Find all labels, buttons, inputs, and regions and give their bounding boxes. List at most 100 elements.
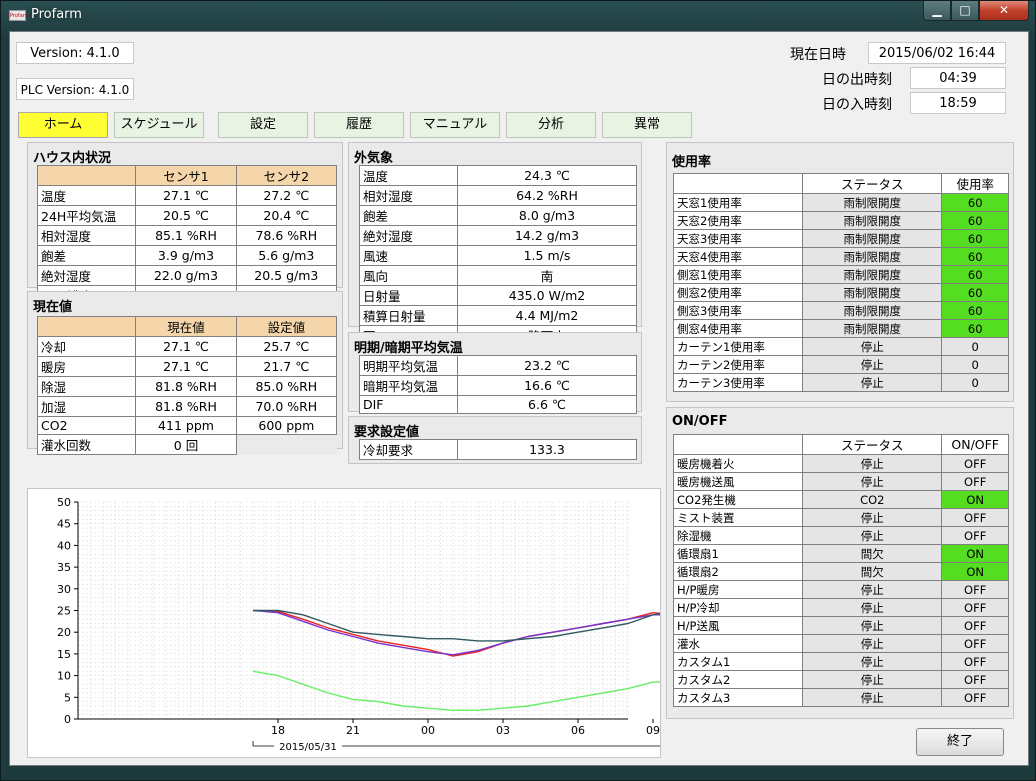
cell-value: 16.6 ℃: [457, 375, 637, 396]
usage-status: 雨制限開度: [802, 283, 943, 302]
cell-value: 20.4 ℃: [235, 205, 338, 226]
usage-row: カーテン3使用率 停止 0: [672, 373, 1009, 392]
usage-value: 60: [941, 319, 1009, 338]
onoff-status: 停止: [802, 580, 943, 599]
usage-value: 60: [941, 211, 1009, 230]
tab-analysis[interactable]: 分析: [506, 112, 596, 138]
usage-value: 60: [941, 247, 1009, 266]
usage-row: カーテン2使用率 停止 0: [672, 355, 1009, 374]
table-header: [672, 173, 804, 194]
usage-value: 0: [941, 337, 1009, 356]
onoff-status: 停止: [802, 616, 943, 635]
onoff-name: 暖房機着火: [672, 454, 804, 473]
table-row: 相対湿度 64.2 %RH: [359, 185, 637, 206]
table-row: 温度 27.1 ℃ 27.2 ℃: [36, 185, 338, 206]
house-title: ハウス内状況: [33, 151, 112, 166]
table-row: 灌水回数 0 回: [36, 434, 337, 455]
row-label: 絶対湿度: [36, 265, 137, 286]
cell-value: 27.2 ℃: [235, 185, 338, 206]
onoff-name: H/P送風: [672, 616, 804, 635]
client-area: Version: 4.1.0 PLC Version: 4.1.0 現在日時 2…: [9, 31, 1036, 766]
onoff-name: カスタム3: [672, 688, 804, 707]
y-tick-label: 15: [57, 648, 71, 661]
usage-status: 停止: [802, 355, 943, 374]
usage-status: 停止: [802, 337, 943, 356]
usage-name: 側窓2使用率: [672, 283, 804, 302]
request-table: 冷却要求 133.3: [359, 439, 637, 460]
row-label: 温度: [359, 165, 458, 186]
table-row: CO2 411 ppm 600 ppm: [36, 416, 338, 435]
usage-row: 天窓4使用率 雨制限開度 60: [672, 247, 1009, 266]
usage-panel: 使用率 ステータス 使用率 天窓1使用率 雨制限開度 60 天窓2使用率 雨制限開度 60 天窓…: [666, 142, 1014, 402]
window-title: Profarm: [31, 7, 82, 22]
y-tick-label: 10: [57, 670, 71, 683]
daynight-table: 明期平均気温 23.2 ℃ 暗期平均気温 16.6 ℃ DIF 6.6 ℃: [359, 355, 637, 414]
usage-name: カーテン1使用率: [672, 337, 804, 356]
onoff-row: ミスト装置 停止 OFF: [672, 508, 1009, 527]
tab-home[interactable]: ホーム: [18, 112, 108, 138]
table-header: ステータス: [802, 434, 943, 455]
cell-value: 81.8 %RH: [135, 396, 237, 417]
daynight-panel: 明期/暗期平均気温 明期平均気温 23.2 ℃ 暗期平均気温 16.6 ℃ DIF 6…: [348, 332, 642, 414]
onoff-status: 停止: [802, 472, 943, 491]
row-label: 相対湿度: [36, 225, 137, 246]
usage-status: 雨制限開度: [802, 211, 943, 230]
cell-value: 25.7 ℃: [235, 336, 338, 357]
x-tick-label: 03: [496, 724, 510, 737]
row-label: 除湿: [36, 376, 137, 397]
tab-settings[interactable]: 設定: [218, 112, 308, 138]
table-row: 絶対湿度 14.2 g/m3: [359, 225, 637, 246]
onoff-status: 停止: [802, 652, 943, 671]
y-tick-label: 30: [57, 583, 71, 596]
table-header-row: ステータス 使用率: [672, 173, 1009, 194]
cell-value: 24.3 ℃: [457, 165, 637, 186]
close-button[interactable]: ✕: [979, 1, 1029, 21]
onoff-name: 暖房機送風: [672, 472, 804, 491]
row-label: 明期平均気温: [359, 355, 458, 376]
plc-version-label: PLC Version: 4.1.0: [16, 78, 134, 100]
series-line-2: [252, 609, 1036, 656]
cell-value: 14.2 g/m3: [457, 225, 637, 246]
tab-manual[interactable]: マニュアル: [410, 112, 500, 138]
row-label: 相対湿度: [359, 185, 458, 206]
outdoor-table: 温度 24.3 ℃ 相対湿度 64.2 %RH 飽差 8.0 g/m3 絶対湿度 14.…: [359, 165, 637, 346]
usage-value: 60: [941, 265, 1009, 284]
end-button[interactable]: 終了: [916, 728, 1004, 756]
table-row: 積算日射量 4.4 MJ/m2: [359, 305, 637, 326]
title-bar[interactable]: Profarm Profarm ▁ □ ✕: [1, 1, 1035, 31]
onoff-row: 循環扇1 間欠 ON: [672, 544, 1009, 563]
cell-value: 27.1 ℃: [135, 185, 237, 206]
maximize-button[interactable]: □: [951, 1, 979, 21]
onoff-status: 間欠: [802, 562, 943, 581]
series-line-4: [252, 670, 1036, 712]
row-label: 飽差: [36, 245, 137, 266]
minimize-button[interactable]: ▁: [923, 1, 951, 21]
cell-value: 3.9 g/m3: [135, 245, 237, 266]
table-header: センサ1: [135, 165, 237, 186]
tab-schedule[interactable]: スケジュール: [114, 112, 204, 138]
usage-status: 雨制限開度: [802, 193, 943, 212]
row-label: 飽差: [359, 205, 458, 226]
tab-alarm[interactable]: 異常: [602, 112, 692, 138]
tab-history[interactable]: 履歴: [314, 112, 404, 138]
usage-name: 側窓4使用率: [672, 319, 804, 338]
onoff-status: 停止: [802, 634, 943, 653]
onoff-value: OFF: [941, 472, 1009, 491]
row-label: 温度: [36, 185, 137, 206]
y-tick-label: 40: [57, 539, 71, 552]
sunrise-value: 04:39: [910, 67, 1006, 89]
version-label: Version: 4.1.0: [16, 42, 134, 64]
onoff-value: OFF: [941, 598, 1009, 617]
y-tick-label: 0: [64, 713, 71, 726]
outdoor-panel: 外気象 温度 24.3 ℃ 相対湿度 64.2 %RH 飽差 8.0 g/m3 絶対湿…: [348, 142, 642, 346]
onoff-panel: ON/OFF ステータス ON/OFF 暖房機着火 停止 OFF 暖房機送風 停止 OFF CO…: [666, 407, 1014, 719]
app-window: Profarm Profarm ▁ □ ✕ Version: 4.1.0 PLC…: [0, 0, 1036, 781]
onoff-value: OFF: [941, 526, 1009, 545]
trend-chart: 0510152025303540455018210003060912151821…: [27, 488, 1036, 758]
usage-name: 天窓1使用率: [672, 193, 804, 212]
y-tick-label: 25: [57, 605, 71, 618]
cell-value: 600 ppm: [235, 416, 338, 435]
onoff-status: 間欠: [802, 544, 943, 563]
usage-row: 天窓1使用率 雨制限開度 60: [672, 193, 1009, 212]
cell-value: 南: [457, 265, 637, 286]
